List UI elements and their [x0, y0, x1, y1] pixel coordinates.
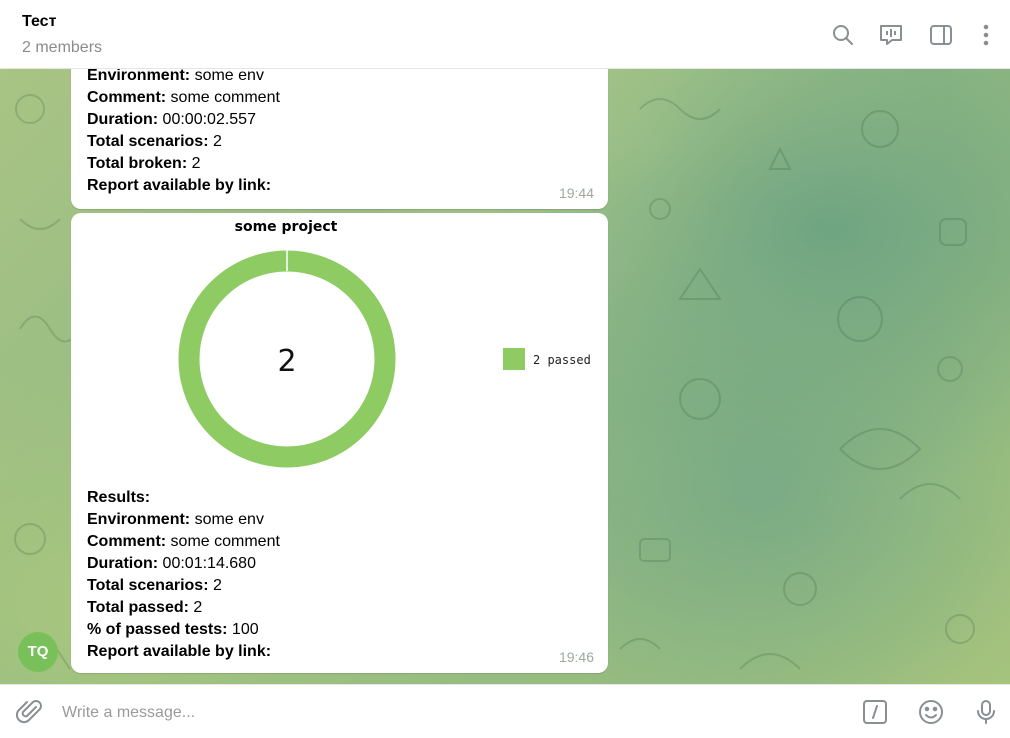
chat-title[interactable]: Тест [22, 13, 56, 31]
message-bubble[interactable]: Environment: some env Comment: some comm… [71, 69, 608, 209]
more-vert-icon[interactable] [973, 22, 999, 48]
message-line: Report available by link: [87, 177, 272, 194]
search-icon[interactable] [830, 22, 856, 48]
chat-history[interactable]: Environment: some env Comment: some comm… [0, 69, 1010, 684]
message-line: Total scenarios: 2 [87, 577, 222, 594]
microphone-icon[interactable] [972, 698, 1000, 726]
message-line: Report available by link: [87, 643, 272, 660]
message-line: % of passed tests: 100 [87, 621, 259, 638]
message-line: Environment: some env [87, 511, 264, 528]
message-line: Duration: 00:00:02.557 [87, 111, 256, 128]
message-line: Total passed: 2 [87, 599, 203, 616]
bot-commands-icon[interactable] [861, 698, 889, 726]
voice-chat-icon[interactable] [878, 22, 904, 48]
message-line: Duration: 00:01:14.680 [87, 555, 256, 572]
message-line: Comment: some comment [87, 533, 280, 550]
message-time: 19:46 [558, 649, 594, 665]
legend-swatch [503, 348, 525, 370]
donut-chart[interactable]: 2 [71, 213, 501, 483]
message-line: Comment: some comment [87, 89, 280, 106]
sidebar-toggle-icon[interactable] [928, 22, 954, 48]
message-line: Total broken: 2 [87, 155, 201, 172]
avatar[interactable]: TQ [18, 632, 58, 672]
message-bubble[interactable]: some project 2 2 passed Results: Environ… [71, 213, 608, 673]
message-line: Environment: some env [87, 69, 264, 84]
legend-label: 2 passed [533, 353, 591, 367]
message-time: 19:44 [558, 185, 594, 201]
emoji-icon[interactable] [917, 698, 945, 726]
chat-header: Тест 2 members [0, 0, 1010, 69]
attach-icon[interactable] [15, 698, 44, 726]
message-composer [0, 684, 1010, 738]
member-count[interactable]: 2 members [22, 39, 102, 57]
message-input[interactable] [60, 697, 824, 729]
donut-center-value: 2 [277, 344, 296, 379]
message-line: Total scenarios: 2 [87, 133, 222, 150]
message-line: Results: [87, 489, 151, 506]
